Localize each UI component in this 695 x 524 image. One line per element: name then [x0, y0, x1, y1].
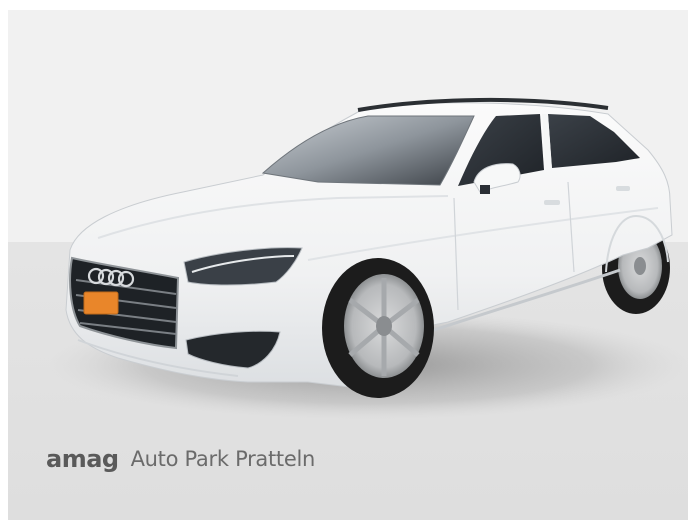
dealer-location: Auto Park Pratteln [130, 447, 316, 471]
dealer-brand: amag [46, 445, 119, 473]
listing-frame: amag Auto Park Pratteln [0, 0, 695, 524]
front-wheel [322, 258, 434, 398]
dealer-label: amag Auto Park Pratteln [46, 439, 315, 479]
